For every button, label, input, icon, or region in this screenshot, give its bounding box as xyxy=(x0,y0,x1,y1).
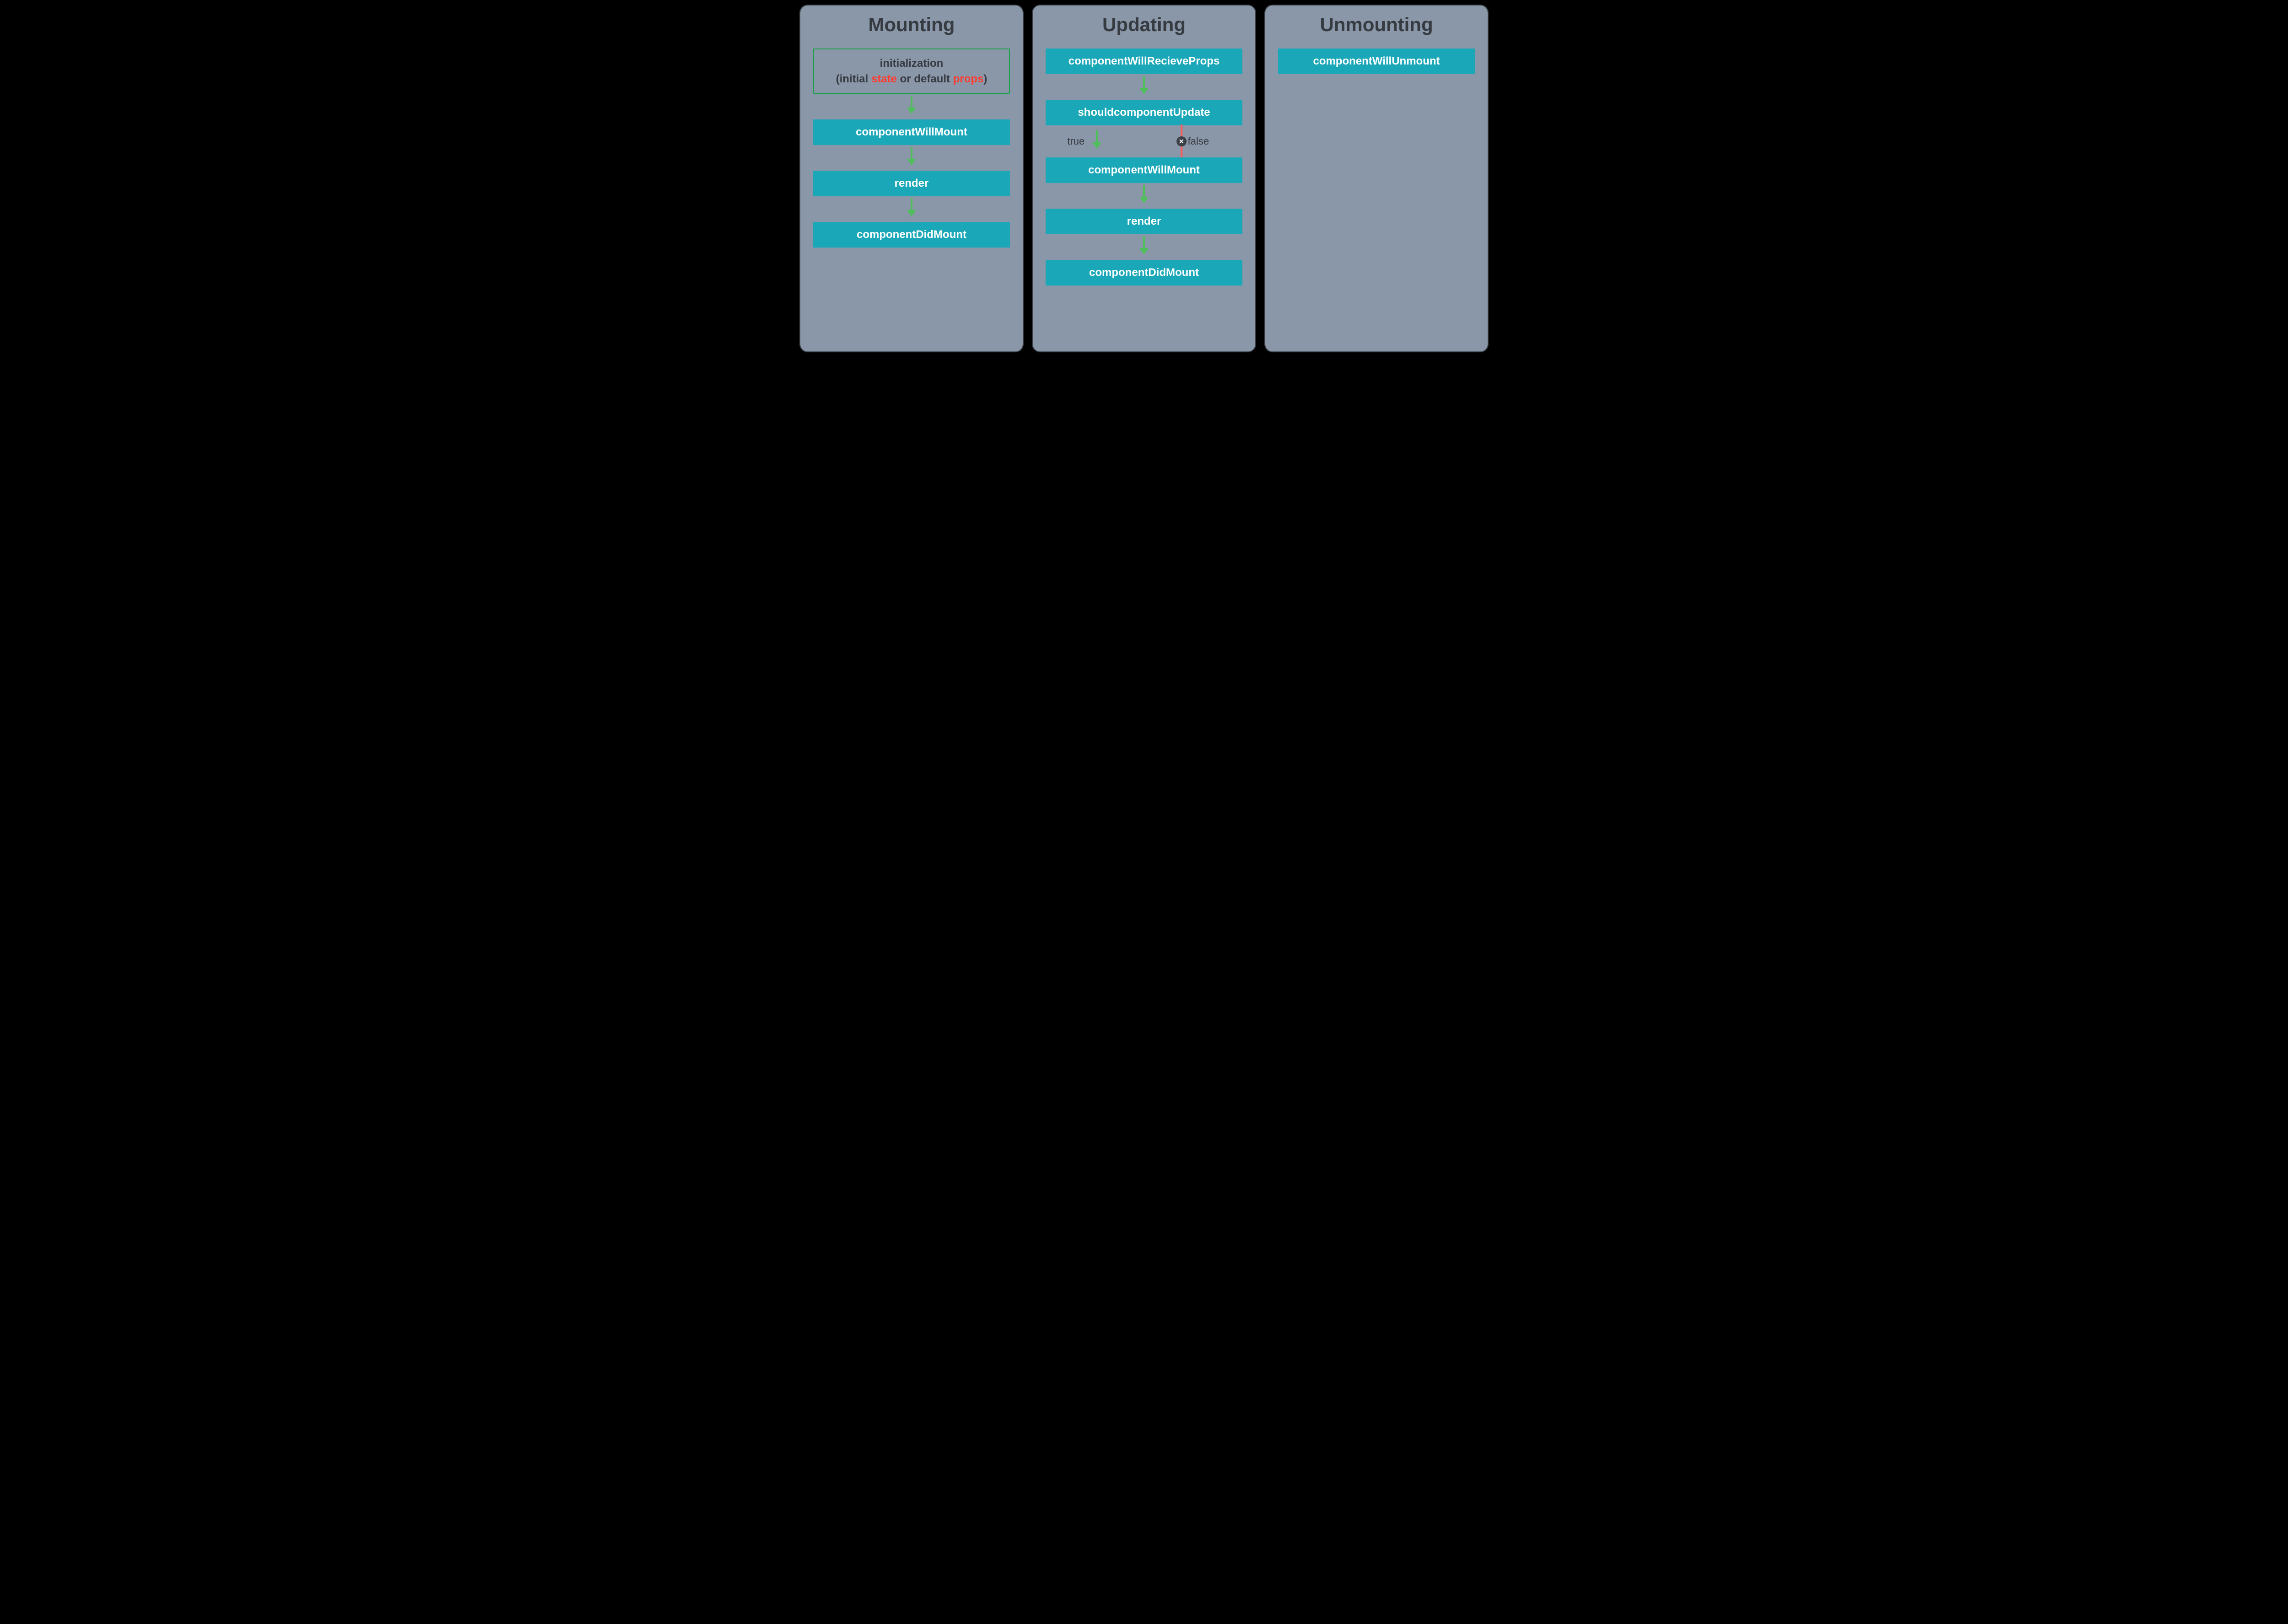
mounting-step: componentWillMount xyxy=(813,119,1010,145)
init-line-1: initialization xyxy=(819,56,1004,71)
update-branch: true ✕ false xyxy=(1046,125,1242,157)
updating-step: componentWillRecieveProps xyxy=(1046,49,1242,74)
arrow-down-icon xyxy=(813,145,1010,171)
updating-title: Updating xyxy=(1046,14,1242,36)
unmounting-step: componentWillUnmount xyxy=(1278,49,1475,74)
arrow-down-icon xyxy=(813,196,1010,222)
updating-step: componentDidMount xyxy=(1046,260,1242,286)
init-line-2: (initial state or default props) xyxy=(819,71,1004,87)
arrow-down-icon xyxy=(1046,74,1242,100)
mounting-step: render xyxy=(813,171,1010,196)
arrow-down-icon xyxy=(1046,234,1242,260)
initialization-box: initialization (initial state or default… xyxy=(813,49,1010,94)
branch-true-label: true xyxy=(1067,135,1085,147)
updating-step: shouldcomponentUpdate xyxy=(1046,100,1242,125)
mounting-step: componentDidMount xyxy=(813,222,1010,248)
unmounting-title: Unmounting xyxy=(1278,14,1475,36)
mounting-panel: Mounting initialization (initial state o… xyxy=(799,5,1024,352)
branch-false-label: false xyxy=(1188,135,1209,147)
init-props-word: props xyxy=(953,73,984,85)
mounting-title: Mounting xyxy=(813,14,1010,36)
arrow-down-icon xyxy=(813,94,1010,119)
unmounting-panel: Unmounting componentWillUnmount xyxy=(1264,5,1489,352)
updating-step: render xyxy=(1046,209,1242,234)
stop-x-icon: ✕ xyxy=(1176,136,1187,146)
updating-panel: Updating componentWillRecieveProps shoul… xyxy=(1032,5,1256,352)
init-state-word: state xyxy=(871,73,897,85)
updating-step: componentWillMount xyxy=(1046,157,1242,183)
arrow-down-icon xyxy=(1046,183,1242,209)
